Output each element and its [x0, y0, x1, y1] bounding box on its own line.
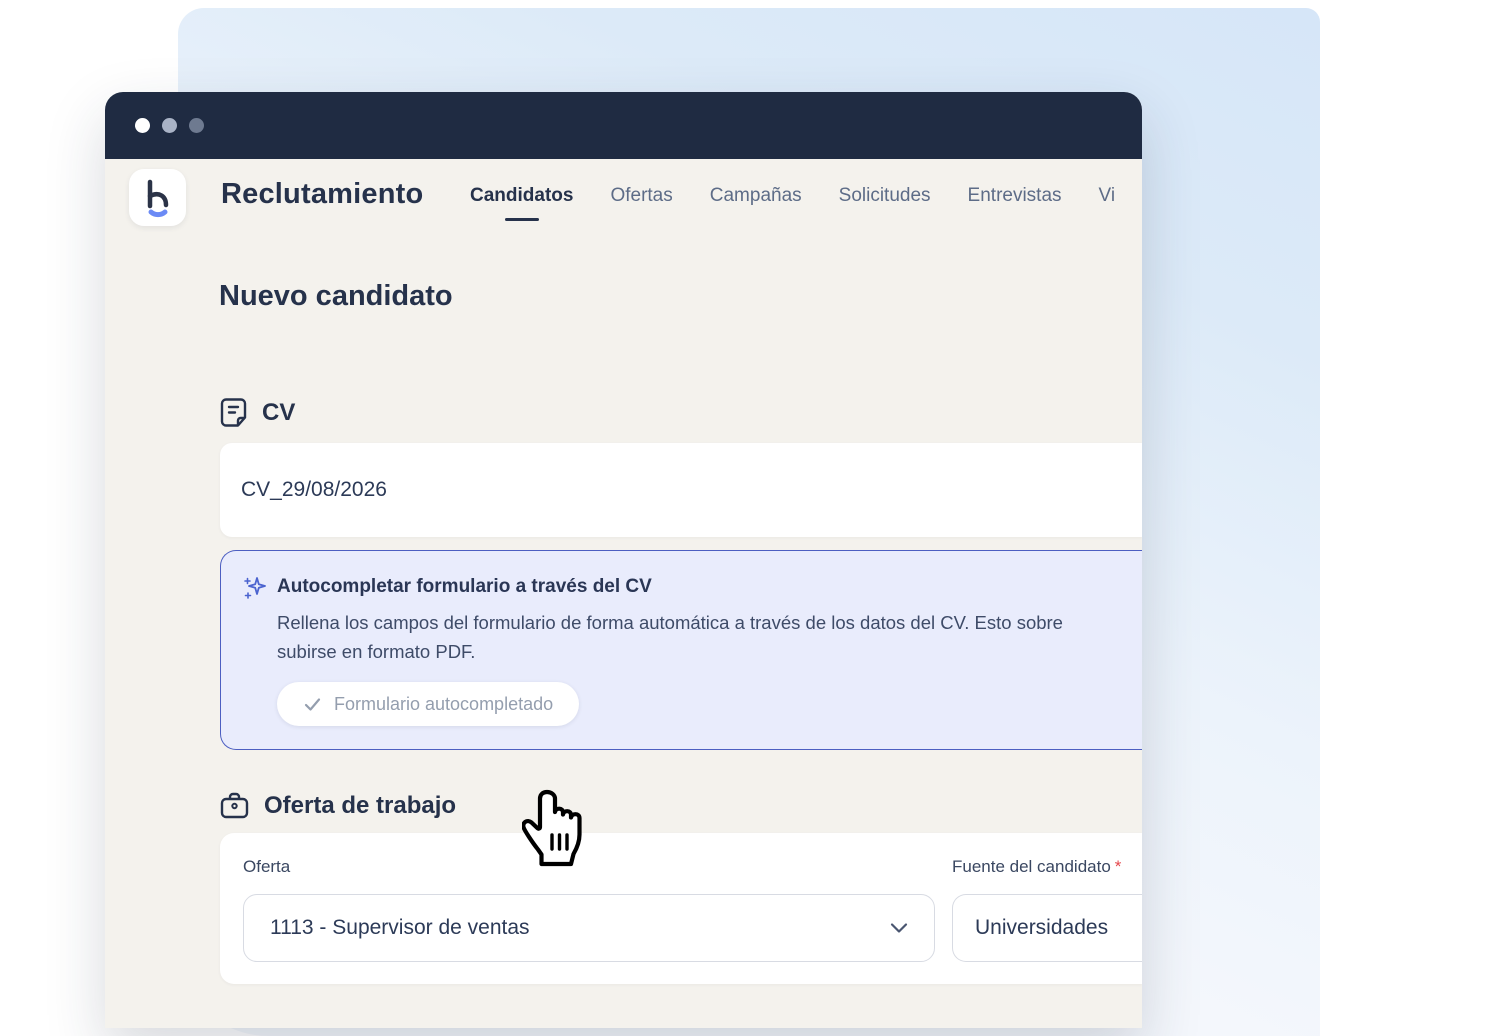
personal-section-heading: Datos personales: [219, 1026, 462, 1028]
window-dot-close[interactable]: [135, 118, 150, 133]
offer-select-value: 1113 - Supervisor de ventas: [270, 916, 530, 940]
page-title: Nuevo candidato: [219, 280, 453, 313]
marketing-canvas: Reclutamiento Candidatos Ofertas Campaña…: [0, 0, 1500, 1036]
window-dot-minimize[interactable]: [162, 118, 177, 133]
source-field-label: Fuente del candidato*: [952, 857, 1121, 877]
tab-solicitudes[interactable]: Solicitudes: [839, 185, 931, 207]
b-logo-icon: [129, 169, 186, 226]
cv-file-field[interactable]: CV_29/08/2026: [220, 443, 1142, 537]
offer-card: Oferta 1113 - Supervisor de ventas Fuent…: [220, 833, 1142, 984]
document-icon: [219, 396, 248, 429]
app-window: Reclutamiento Candidatos Ofertas Campaña…: [105, 92, 1142, 1028]
personal-heading-label: Datos personales: [262, 1028, 462, 1029]
tab-campanas[interactable]: Campañas: [710, 185, 802, 207]
active-tab-underline: [505, 218, 539, 222]
autofill-title: Autocompletar formulario a través del CV: [277, 576, 652, 598]
offer-select[interactable]: 1113 - Supervisor de ventas: [243, 894, 935, 962]
main-nav: Candidatos Ofertas Campañas Solicitudes …: [470, 185, 1115, 207]
tab-clipped[interactable]: Vi: [1099, 185, 1116, 207]
check-icon: [303, 695, 322, 714]
tab-entrevistas[interactable]: Entrevistas: [968, 185, 1062, 207]
required-asterisk: *: [1115, 857, 1122, 876]
app-title: Reclutamiento: [221, 178, 423, 211]
app-header: Reclutamiento Candidatos Ofertas Campaña…: [105, 159, 1142, 238]
tab-ofertas[interactable]: Ofertas: [610, 185, 672, 207]
page-content: Nuevo candidato CV CV_29/08/2026 Aut: [105, 238, 1142, 1028]
sparkles-icon: [242, 575, 268, 601]
cv-section-heading: CV: [219, 396, 295, 429]
offer-heading-label: Oferta de trabajo: [264, 792, 456, 820]
autofill-banner: Autocompletar formulario a través del CV…: [220, 550, 1142, 750]
cv-file-name: CV_29/08/2026: [241, 478, 387, 502]
person-icon: [219, 1026, 248, 1028]
source-select-value: Universidades: [975, 916, 1108, 940]
window-titlebar: [105, 92, 1142, 159]
autofill-description-line1: Rellena los campos del formulario de for…: [277, 612, 1063, 634]
offer-section-heading: Oferta de trabajo: [219, 790, 456, 821]
offer-field-label: Oferta: [243, 857, 290, 877]
hand-pointer-cursor: [522, 786, 588, 876]
tab-candidatos[interactable]: Candidatos: [470, 185, 573, 207]
chevron-down-icon: [890, 922, 908, 934]
autofill-description-line2: subirse en formato PDF.: [277, 641, 475, 663]
brand-logo: [129, 169, 186, 226]
autofill-completed-button[interactable]: Formulario autocompletado: [277, 682, 579, 726]
window-dot-maximize[interactable]: [189, 118, 204, 133]
cv-heading-label: CV: [262, 399, 295, 427]
source-select[interactable]: Universidades: [952, 894, 1142, 962]
briefcase-icon: [219, 790, 250, 821]
